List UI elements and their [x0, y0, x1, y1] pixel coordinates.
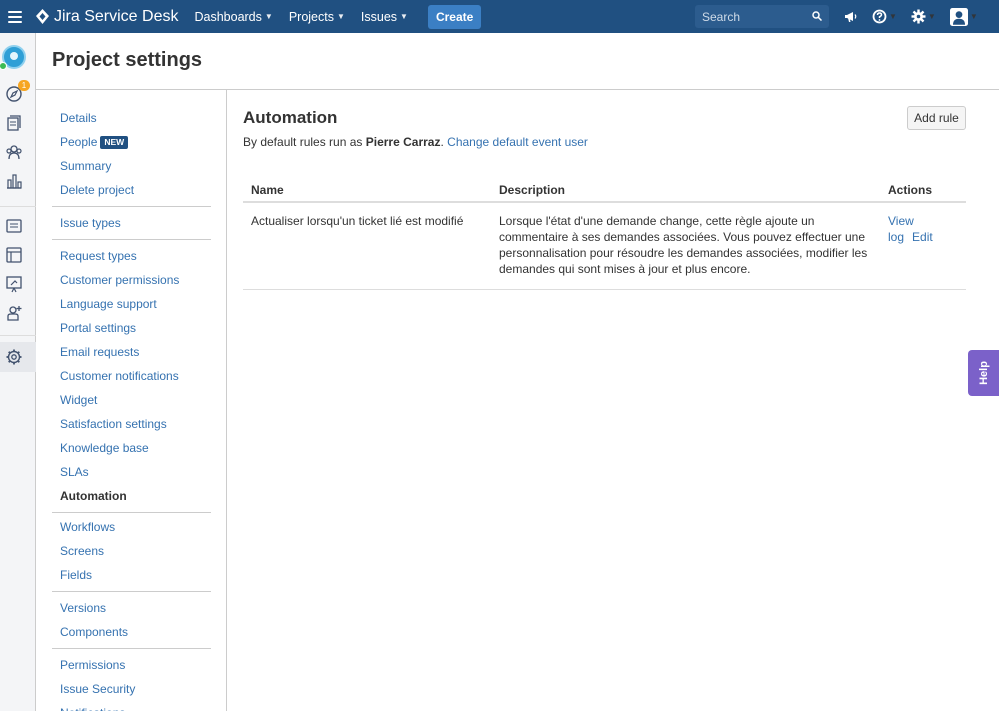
sidebar-item-satisfaction-settings[interactable]: Satisfaction settings	[52, 412, 211, 436]
customers-icon[interactable]	[5, 143, 23, 161]
help-tab-label: Help	[977, 361, 990, 385]
sidebar-item-automation[interactable]: Automation	[52, 484, 211, 508]
raise-request-icon[interactable]	[5, 275, 23, 293]
sidebar-item-screens[interactable]: Screens	[52, 539, 211, 563]
rule-name: Actualiser lorsqu'un ticket lié est modi…	[243, 202, 491, 290]
column-header-name: Name	[243, 178, 491, 203]
nav-group-workflows: Workflows Screens Fields	[52, 515, 211, 592]
sidebar-item-summary[interactable]: Summary	[52, 154, 211, 178]
sidebar-item-knowledge-base[interactable]: Knowledge base	[52, 436, 211, 460]
channels-icon[interactable]	[5, 246, 23, 264]
notification-badge: 1	[18, 80, 30, 91]
sidebar-item-details[interactable]: Details	[52, 106, 211, 130]
search-placeholder: Search	[702, 9, 741, 24]
default-user-name: Pierre Carraz	[365, 135, 441, 149]
sidebar-item-email-requests[interactable]: Email requests	[52, 340, 211, 364]
nav-dashboards[interactable]: Dashboards ▼	[194, 10, 272, 24]
sidebar-item-components[interactable]: Components	[52, 620, 211, 644]
rule-actions: View log Edit	[880, 202, 966, 290]
user-avatar-icon[interactable]: ▼	[949, 7, 978, 26]
top-right-icons: ▼ ▼ ▼	[843, 0, 992, 33]
product-name: Jira Service Desk	[54, 7, 179, 25]
chevron-down-icon: ▼	[400, 12, 408, 21]
nav-group-project: Details People NEW Summary Delete project	[52, 106, 211, 207]
sidebar-item-people[interactable]: People NEW	[52, 130, 211, 154]
page-header: Project settings	[36, 33, 999, 90]
rule-description: Lorsque l'état d'une demande change, cet…	[491, 202, 880, 290]
megaphone-icon[interactable]	[843, 9, 858, 24]
help-icon[interactable]: ▼	[872, 9, 897, 24]
default-user-notice: By default rules run as Pierre Carraz. C…	[243, 135, 588, 149]
nav-projects[interactable]: Projects ▼	[289, 10, 345, 24]
default-user-prefix: By default rules run as	[243, 135, 363, 149]
project-settings-icon[interactable]	[5, 348, 23, 366]
sidebar-item-permissions[interactable]: Permissions	[52, 653, 211, 677]
automation-rules-table: Name Description Actions Actualiser lors…	[243, 178, 966, 290]
sidebar-item-delete-project[interactable]: Delete project	[52, 178, 211, 202]
sidebar-item-label: People	[60, 135, 98, 149]
chevron-down-icon: ▼	[889, 12, 897, 21]
settings-icon[interactable]: ▼	[911, 9, 936, 24]
table-row: Actualiser lorsqu'un ticket lié est modi…	[243, 202, 966, 290]
nav-group-versions: Versions Components	[52, 596, 211, 649]
section-title: Automation	[243, 108, 338, 127]
new-badge: NEW	[100, 136, 129, 149]
jira-logo-icon	[36, 9, 49, 24]
knowledge-icon[interactable]	[5, 217, 23, 235]
table-header-row: Name Description Actions	[243, 178, 966, 203]
edit-link[interactable]: Edit	[912, 230, 933, 244]
sidebar-item-customer-notifications[interactable]: Customer notifications	[52, 364, 211, 388]
sidebar-item-versions[interactable]: Versions	[52, 596, 211, 620]
default-user-dot: .	[440, 135, 444, 149]
column-header-description: Description	[491, 178, 880, 203]
sidebar-item-issue-security[interactable]: Issue Security	[52, 677, 211, 701]
search-icon	[812, 11, 822, 21]
invite-team-icon[interactable]	[5, 304, 23, 322]
sidebar-item-portal-settings[interactable]: Portal settings	[52, 316, 211, 340]
sidebar-item-issue-types[interactable]: Issue types	[52, 211, 211, 235]
chevron-down-icon: ▼	[927, 12, 936, 21]
sidebar-item-widget[interactable]: Widget	[52, 388, 211, 412]
search-input[interactable]: Search	[695, 5, 829, 28]
page-title: Project settings	[52, 49, 203, 71]
nav-group-service-desk: Request types Customer permissions Langu…	[52, 244, 211, 513]
nav-issues[interactable]: Issues ▼	[361, 10, 408, 24]
reports-icon[interactable]	[5, 172, 23, 190]
sidebar-item-request-types[interactable]: Request types	[52, 244, 211, 268]
settings-sidebar: Details People NEW Summary Delete project…	[36, 90, 227, 711]
change-default-event-user-link[interactable]: Change default event user	[447, 135, 588, 149]
view-log-link[interactable]: View log	[888, 214, 914, 244]
nav-group-permissions: Permissions Issue Security Notifications	[52, 653, 211, 711]
nav-group-issue-types: Issue types	[52, 211, 211, 240]
nav-issues-label: Issues	[360, 9, 398, 24]
nav-projects-label: Projects	[288, 9, 334, 24]
app-switcher-menu-icon[interactable]	[8, 10, 22, 23]
sidebar-item-customer-permissions[interactable]: Customer permissions	[52, 268, 211, 292]
status-dot	[0, 62, 7, 70]
rail-divider	[0, 206, 36, 207]
chevron-down-icon: ▼	[336, 12, 345, 21]
nav-dashboards-label: Dashboards	[194, 9, 262, 24]
sidebar-item-language-support[interactable]: Language support	[52, 292, 211, 316]
chevron-down-icon: ▼	[969, 12, 978, 21]
queues-icon[interactable]	[5, 114, 23, 132]
help-tab-button[interactable]: Help	[968, 350, 999, 396]
sidebar-item-fields[interactable]: Fields	[52, 563, 211, 587]
column-header-actions: Actions	[880, 178, 966, 203]
project-sidebar-rail: 1	[0, 33, 36, 711]
jira-logo[interactable]: Jira Service Desk	[36, 8, 178, 26]
create-button[interactable]: Create	[427, 4, 482, 29]
sidebar-item-slas[interactable]: SLAs	[52, 460, 211, 484]
sidebar-item-workflows[interactable]: Workflows	[52, 515, 211, 539]
rail-divider	[0, 335, 36, 336]
sidebar-item-notifications[interactable]: Notifications	[52, 701, 211, 711]
add-rule-button[interactable]: Add rule	[907, 106, 966, 130]
chevron-down-icon: ▼	[264, 12, 273, 21]
